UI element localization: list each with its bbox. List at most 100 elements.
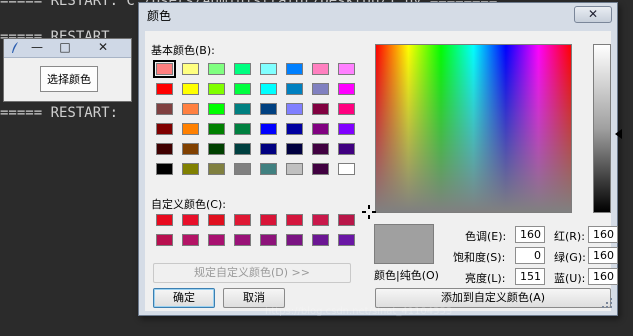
basic-color-swatch[interactable] (208, 103, 225, 115)
tk-title-bar[interactable]: — □ ✕ (4, 39, 131, 58)
basic-color-swatch[interactable] (156, 143, 173, 155)
resize-grip-icon[interactable] (600, 296, 614, 310)
luminance-input[interactable]: 151 (515, 268, 545, 285)
basic-color-swatch[interactable] (208, 83, 225, 95)
basic-color-swatch[interactable] (312, 103, 329, 115)
color-preview (374, 224, 434, 264)
custom-color-swatch[interactable] (260, 214, 277, 226)
custom-color-swatch[interactable] (156, 234, 173, 246)
watermark: https://blog.csdn.net/sinat_41104353 (265, 306, 453, 317)
basic-color-swatch[interactable] (338, 63, 355, 75)
close-button[interactable]: ✕ (92, 41, 114, 54)
saturation-input[interactable]: 0 (515, 247, 545, 264)
dialog-close-button[interactable]: ✕ (574, 6, 612, 23)
basic-color-swatch[interactable] (182, 123, 199, 135)
basic-color-swatch[interactable] (286, 163, 303, 175)
custom-color-swatch[interactable] (208, 234, 225, 246)
luminance-slider[interactable] (593, 44, 611, 213)
basic-color-swatch[interactable] (338, 103, 355, 115)
basic-color-swatch[interactable] (338, 143, 355, 155)
custom-color-swatch[interactable] (312, 234, 329, 246)
basic-colors-label: 基本颜色(B): (151, 44, 215, 57)
green-label: 绿(G): (554, 251, 586, 264)
basic-color-swatch[interactable] (208, 163, 225, 175)
blue-label: 蓝(U): (554, 272, 586, 285)
basic-color-swatch[interactable] (260, 163, 277, 175)
custom-color-swatch[interactable] (286, 234, 303, 246)
basic-color-swatch[interactable] (286, 63, 303, 75)
basic-color-swatch[interactable] (260, 123, 277, 135)
basic-color-swatch[interactable] (234, 103, 251, 115)
blue-input[interactable]: 160 (588, 268, 618, 285)
basic-color-swatch[interactable] (312, 163, 329, 175)
custom-color-swatch[interactable] (260, 234, 277, 246)
basic-color-swatch[interactable] (234, 123, 251, 135)
basic-color-swatch[interactable] (260, 143, 277, 155)
basic-color-swatch[interactable] (156, 163, 173, 175)
basic-color-swatch[interactable] (260, 103, 277, 115)
basic-color-swatch[interactable] (234, 143, 251, 155)
hue-label: 色调(E): (465, 230, 507, 243)
tk-root-window: — □ ✕ 选择颜色 (3, 38, 132, 102)
color-spectrum[interactable] (375, 44, 572, 213)
basic-color-swatch[interactable] (312, 123, 329, 135)
basic-color-swatch[interactable] (182, 83, 199, 95)
basic-color-swatch[interactable] (182, 163, 199, 175)
green-input[interactable]: 160 (588, 247, 618, 264)
basic-color-swatch[interactable] (260, 63, 277, 75)
custom-colors-label: 自定义颜色(C): (151, 198, 226, 211)
shell-line: ===== RESTART: (0, 105, 119, 121)
basic-color-swatch[interactable] (286, 103, 303, 115)
basic-color-swatch[interactable] (286, 123, 303, 135)
red-input[interactable]: 160 (588, 226, 618, 243)
basic-color-swatch[interactable] (234, 63, 251, 75)
basic-color-swatch[interactable] (338, 163, 355, 175)
add-to-custom-colors-button[interactable]: 添加到自定义颜色(A) (375, 288, 611, 308)
basic-color-swatch[interactable] (153, 60, 176, 78)
basic-color-swatch[interactable] (208, 123, 225, 135)
basic-color-swatch[interactable] (182, 143, 199, 155)
custom-color-swatch[interactable] (182, 234, 199, 246)
color-dialog: 颜色 ✕ 基本颜色(B): 自定义颜色(C): 规定自定义颜色(D) >> 确定… (138, 2, 622, 316)
basic-color-swatch[interactable] (312, 143, 329, 155)
basic-color-swatch[interactable] (234, 163, 251, 175)
custom-color-swatch[interactable] (338, 214, 355, 226)
minimize-button[interactable]: — (26, 41, 48, 54)
ok-button[interactable]: 确定 (153, 288, 215, 308)
dialog-title: 颜色 (147, 9, 172, 23)
basic-color-swatch[interactable] (156, 83, 173, 95)
color-solid-label: 颜色|纯色(O) (374, 269, 439, 282)
basic-color-swatch[interactable] (338, 83, 355, 95)
custom-color-swatch[interactable] (156, 214, 173, 226)
custom-color-swatch[interactable] (338, 234, 355, 246)
basic-color-swatch[interactable] (312, 63, 329, 75)
maximize-button[interactable]: □ (54, 41, 76, 54)
luminance-arrow-icon[interactable] (615, 129, 622, 139)
basic-color-swatch[interactable] (286, 143, 303, 155)
basic-color-swatch[interactable] (312, 83, 329, 95)
basic-color-swatch[interactable] (156, 103, 173, 115)
basic-color-swatch[interactable] (260, 83, 277, 95)
cancel-button[interactable]: 取消 (223, 288, 285, 308)
basic-color-swatch[interactable] (338, 123, 355, 135)
basic-color-swatch[interactable] (208, 143, 225, 155)
crosshair-icon (362, 205, 376, 219)
basic-color-swatch[interactable] (208, 63, 225, 75)
basic-color-swatch[interactable] (286, 83, 303, 95)
hue-input[interactable]: 160 (515, 226, 545, 243)
custom-color-swatch[interactable] (182, 214, 199, 226)
basic-color-swatch[interactable] (234, 83, 251, 95)
custom-color-swatch[interactable] (208, 214, 225, 226)
feather-icon (12, 42, 18, 53)
custom-color-swatch[interactable] (234, 214, 251, 226)
basic-color-swatch[interactable] (182, 103, 199, 115)
basic-color-swatch[interactable] (182, 63, 199, 75)
define-custom-colors-button[interactable]: 规定自定义颜色(D) >> (153, 263, 351, 283)
choose-color-button[interactable]: 选择颜色 (40, 66, 98, 92)
luminance-label: 亮度(L): (465, 272, 506, 285)
basic-color-swatch[interactable] (156, 123, 173, 135)
custom-color-swatch[interactable] (286, 214, 303, 226)
custom-color-swatch[interactable] (312, 214, 329, 226)
custom-color-swatch[interactable] (234, 234, 251, 246)
red-label: 红(R): (554, 230, 585, 243)
